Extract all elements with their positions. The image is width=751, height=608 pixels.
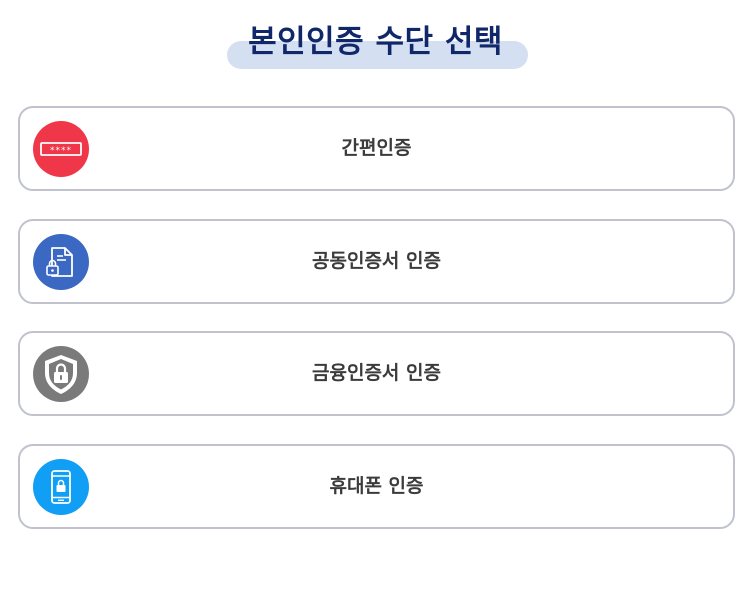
option-label: 금융인증서 인증: [312, 362, 441, 384]
option-financial-certificate[interactable]: 금융인증서 인증: [18, 331, 735, 416]
page-title: 본인인증 수단 선택: [248, 24, 503, 60]
option-mobile-phone[interactable]: 휴대폰 인증: [18, 444, 735, 529]
option-label: 간편인증: [341, 137, 412, 159]
option-label: 공동인증서 인증: [312, 250, 441, 272]
page-header: 본인인증 수단 선택: [0, 0, 751, 80]
option-joint-certificate[interactable]: 공동인증서 인증: [18, 219, 735, 304]
option-label: 휴대폰 인증: [329, 475, 424, 497]
option-simple-auth[interactable]: **** 간편인증: [18, 106, 735, 191]
